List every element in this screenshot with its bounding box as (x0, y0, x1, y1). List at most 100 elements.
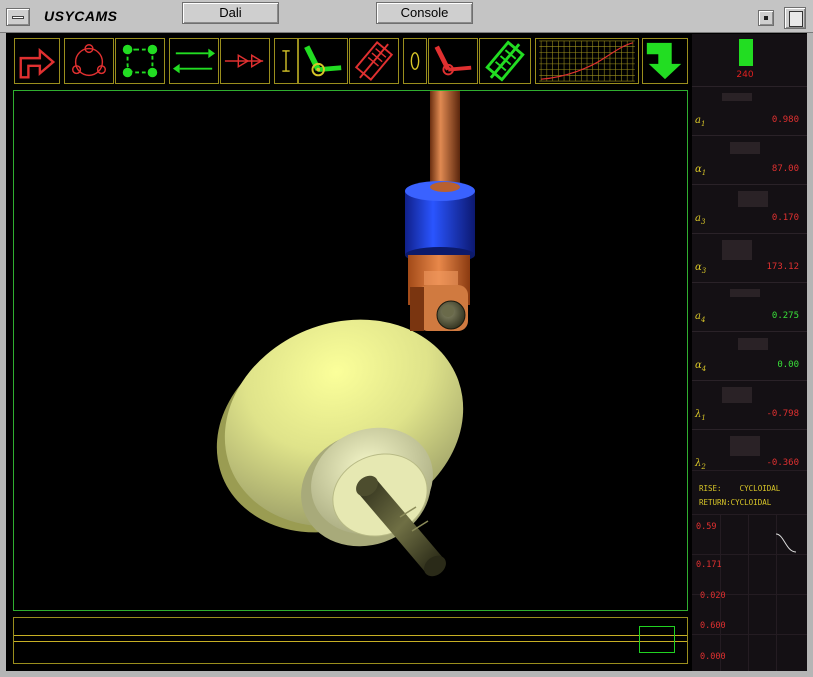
parameter-label: α3 (695, 262, 706, 275)
return-law-label: RETURN:CYCLOIDAL (699, 498, 772, 507)
motion-value-1: 0.59 (696, 522, 717, 532)
parameter-label: a4 (695, 311, 705, 324)
parameter-value[interactable]: 0.00 (777, 360, 799, 370)
cam-profile-tool[interactable] (64, 38, 114, 84)
parameter-value[interactable]: 0.980 (772, 115, 799, 125)
parameter-label: α4 (695, 360, 706, 373)
parameter-value[interactable]: 0.275 (772, 311, 799, 321)
spring-roller-icon (485, 40, 525, 82)
minimize-button[interactable] (758, 10, 774, 26)
ellipse-tool[interactable] (403, 38, 427, 84)
tab-console[interactable]: Console (376, 2, 473, 24)
guide-bushing (405, 181, 475, 263)
down-arrow-tool[interactable] (642, 38, 688, 84)
parameter-preview-shape (722, 240, 752, 260)
parameter-preview-shape (738, 338, 768, 350)
parameter-row[interactable]: a1 0.980 (692, 86, 807, 134)
parameter-symbol: α (695, 164, 702, 175)
cursor-tool[interactable] (274, 38, 298, 84)
parameter-subscript: 3 (701, 267, 707, 275)
parameter-preview-shape (722, 387, 752, 403)
app-window: USYCAMS Dali Console 240 a1 0.980 α1 87.… (0, 0, 813, 677)
parameter-value[interactable]: -0.360 (766, 458, 799, 468)
turn-arrow-icon (19, 47, 56, 79)
parameter-subscript: 1 (701, 169, 707, 177)
title-bar: USYCAMS Dali Console (0, 0, 813, 33)
parameter-label: α1 (695, 164, 706, 177)
parameter-value[interactable]: -0.798 (766, 409, 799, 419)
parameter-value[interactable]: 173.12 (766, 262, 799, 272)
parameter-subscript: 1 (701, 414, 706, 422)
window-frame-right (807, 33, 813, 677)
parameter-label: λ1 (695, 409, 706, 422)
down-arrow-icon (646, 42, 682, 80)
gauge-bar[interactable] (739, 39, 753, 66)
parameter-row[interactable]: a4 0.275 (692, 282, 807, 330)
animation-timeline[interactable] (13, 617, 688, 664)
dwell-nodes-tool[interactable] (115, 38, 165, 84)
window-frame-left (0, 33, 6, 677)
motion-value-2: 0.171 (696, 560, 722, 570)
turn-arrow-tool[interactable] (14, 38, 60, 84)
window-frame-bottom (0, 671, 813, 677)
parameter-symbol: α (695, 360, 702, 371)
parameter-panel: 240 a1 0.980 α1 87.00 a3 0.170 α3 173.12 a4 0.275… (692, 34, 807, 671)
roller-arm-tool[interactable] (428, 38, 478, 84)
parameter-subscript: 4 (700, 316, 706, 324)
follower-rod[interactable] (430, 91, 460, 193)
translating-follower-tool[interactable] (349, 38, 399, 84)
parameter-preview-shape (730, 436, 760, 456)
motion-value-3: 0.020 (700, 591, 726, 601)
parameter-subscript: 3 (700, 218, 706, 226)
dwell-nodes-icon (122, 44, 158, 78)
spring-roller-tool[interactable] (479, 38, 531, 84)
parameter-row[interactable]: α1 87.00 (692, 135, 807, 183)
parameter-preview-shape (722, 93, 752, 101)
maximize-button[interactable] (784, 7, 806, 29)
parameter-preview-shape (730, 142, 760, 154)
motion-value-5: 0.000 (700, 652, 726, 662)
app-title: USYCAMS (44, 8, 118, 24)
timeline-track-upper (14, 635, 687, 636)
cycloidal-curve-icon (775, 533, 797, 553)
displacement-plot-icon (539, 40, 635, 82)
oscillating-follower-tool[interactable] (298, 38, 348, 84)
parameter-row[interactable]: α3 173.12 (692, 233, 807, 281)
timeline-handle[interactable] (639, 626, 675, 653)
parameter-subscript: 2 (701, 463, 706, 471)
parameter-symbol: α (695, 262, 702, 273)
parameter-row[interactable]: a3 0.170 (692, 184, 807, 232)
swap-arrows-tool[interactable] (169, 38, 219, 84)
gauge-area: 240 (692, 34, 807, 86)
swap-arrows-icon (172, 48, 216, 74)
parameter-value[interactable]: 87.00 (772, 164, 799, 174)
cam-profile-icon (72, 44, 106, 77)
parameter-row[interactable]: α4 0.00 (692, 331, 807, 379)
parameter-label: λ2 (695, 458, 706, 471)
parameter-label: a1 (695, 115, 705, 128)
oscillating-follower-icon (304, 45, 342, 77)
parameter-value[interactable]: 0.170 (772, 213, 799, 223)
roller-arm-icon (434, 45, 472, 76)
gauge-value: 240 (736, 70, 754, 80)
follower-roller (436, 300, 466, 330)
cursor-i-icon (282, 50, 290, 72)
ellipse-icon (410, 52, 420, 70)
parameter-subscript: 1 (700, 120, 706, 128)
parameter-preview-shape (738, 191, 768, 207)
motion-value-4: 0.600 (700, 621, 726, 631)
window-menu-button[interactable] (6, 8, 30, 26)
displacement-plot-tool[interactable] (535, 38, 639, 84)
parameter-row[interactable]: λ1 -0.798 (692, 380, 807, 428)
double-arrow-right-icon (224, 53, 264, 69)
cam-mechanism-scene (216, 91, 475, 577)
rise-law-label: RISE: CYCLOIDAL (699, 484, 781, 493)
double-arrow-tool[interactable] (220, 38, 270, 84)
translating-follower-icon (354, 41, 394, 81)
parameter-label: a3 (695, 213, 705, 226)
parameter-row[interactable]: λ2 -0.360 (692, 429, 807, 477)
parameter-subscript: 4 (701, 365, 707, 373)
tab-dali[interactable]: Dali (182, 2, 279, 24)
parameter-preview-shape (730, 289, 760, 297)
3d-viewport[interactable] (13, 90, 688, 611)
